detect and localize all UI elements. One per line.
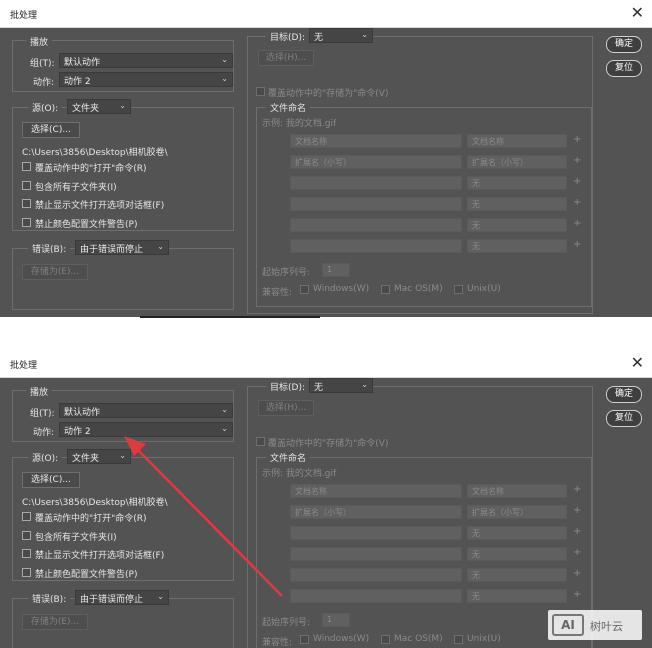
close-icon[interactable]: ✕ (631, 353, 644, 372)
plus-icon: + (573, 218, 582, 229)
dialog-title: 批处理 (10, 361, 38, 371)
set-label: 组(T): (30, 59, 55, 69)
suppress-color-warning-label: 禁止颜色配置文件警告(P) (35, 220, 138, 230)
plus-icon: + (573, 239, 582, 250)
errors-select-value: 由于错误而停止 (80, 245, 144, 255)
naming-field-5-right[interactable]: 无 (467, 218, 567, 232)
naming-field-4-left[interactable] (290, 197, 462, 211)
destination-choose-button[interactable]: 选择(H)... (258, 50, 314, 66)
chevron-down-icon: ⌄ (157, 242, 164, 251)
watermark-logo: AI (552, 614, 584, 636)
suppress-color-warning-checkbox[interactable] (22, 218, 31, 227)
suppress-open-dialog-label: 禁止显示文件打开选项对话框(F) (35, 201, 165, 211)
dialog-body: 播放 组(T): 默认动作 ⌄ 动作: 动作 2 ⌄ 源(O): 文件夹 ⌄ 选择(C… (0, 28, 652, 317)
destination-label: 目标(D): (266, 30, 309, 43)
plus-icon: + (573, 176, 582, 187)
compat-unix-checkbox[interactable] (454, 285, 463, 294)
chevron-down-icon: ⌄ (221, 74, 228, 83)
destination-select[interactable]: 无 ⌄ (309, 28, 373, 43)
serial-label: 起始序列号: (262, 268, 311, 278)
source-label: 源(O): (28, 101, 63, 114)
watermark: AI 树叶云 (548, 610, 642, 640)
set-select[interactable]: 默认动作 ⌄ (59, 53, 233, 68)
chevron-down-icon: ⌄ (119, 101, 126, 110)
naming-field-6-left[interactable] (290, 239, 462, 253)
source-choose-button[interactable]: 选择(C)... (22, 122, 80, 138)
save-as-button[interactable]: 存储为(E)... (22, 264, 88, 280)
naming-field-3-left[interactable] (290, 176, 462, 190)
destination-select-value: 无 (314, 33, 324, 43)
override-open-checkbox[interactable] (22, 162, 31, 171)
dialog-titlebar: 批处理 ✕ (0, 350, 652, 378)
dialog-title: 批处理 (10, 11, 38, 21)
compat-label: 兼容性: (262, 288, 293, 298)
screenshot-bottom: 批处理 ✕ 播放 组(T): 默认动作 ⌄ 动作: 动作 2 ⌄ 源(O): 文件夹… (0, 350, 652, 648)
naming-field-2-left[interactable]: 扩展名（小写） (290, 155, 462, 169)
file-naming-title: 文件命名 (266, 101, 311, 114)
naming-field-5-left[interactable] (290, 218, 462, 232)
watermark-text: 树叶云 (590, 620, 623, 633)
chevron-down-icon: ⌄ (361, 30, 368, 39)
plus-icon: + (573, 197, 582, 208)
dialog-titlebar: 批处理 ✕ (0, 0, 652, 28)
taskbar-fragment (140, 316, 320, 318)
suppress-open-dialog-checkbox[interactable] (22, 199, 31, 208)
annotation-arrow-head (124, 436, 146, 456)
naming-example: 示例: 我的文档.gif (262, 119, 337, 129)
naming-field-6-right[interactable]: 无 (467, 239, 567, 253)
chevron-down-icon: ⌄ (221, 55, 228, 64)
naming-field-2-right[interactable]: 扩展名（小写） (467, 155, 567, 169)
plus-icon: + (573, 134, 582, 145)
screenshot-separator (0, 317, 652, 350)
source-select-value: 文件夹 (72, 104, 100, 114)
source-select[interactable]: 文件夹 ⌄ (67, 99, 131, 114)
naming-field-4-right[interactable]: 无 (467, 197, 567, 211)
serial-input[interactable]: 1 (322, 263, 350, 277)
naming-field-1-right[interactable]: 文档名称 (467, 134, 567, 148)
action-select[interactable]: 动作 2 ⌄ (59, 72, 233, 87)
include-subfolders-label: 包含所有子文件夹(I) (35, 183, 117, 193)
errors-select[interactable]: 由于错误而停止 ⌄ (75, 240, 169, 255)
close-icon[interactable]: ✕ (631, 3, 644, 22)
plus-icon: + (573, 155, 582, 166)
source-path: C:\Users\3856\Desktop\相机胶卷\ (22, 148, 168, 158)
compat-mac-label: Mac OS(M) (394, 284, 443, 294)
naming-field-1-left[interactable]: 文档名称 (290, 134, 462, 148)
dialog-body: 播放 组(T): 默认动作 ⌄ 动作: 动作 2 ⌄ 源(O): 文件夹 ⌄ 选择(C… (0, 378, 652, 648)
reset-button[interactable]: 复位 (606, 60, 642, 77)
screenshot-top: 批处理 ✕ 播放 组(T): 默认动作 ⌄ 动作: 动作 2 ⌄ 源(O): 文件夹… (0, 0, 652, 317)
override-open-label: 覆盖动作中的"打开"命令(R) (35, 164, 147, 174)
include-subfolders-checkbox[interactable] (22, 181, 31, 190)
annotation-arrow-shaft (133, 445, 283, 597)
compat-unix-label: Unix(U) (467, 284, 501, 294)
compat-mac-checkbox[interactable] (381, 285, 390, 294)
annotation-arrow (124, 436, 283, 597)
override-save-as-label: 覆盖动作中的"存储为"命令(V) (268, 89, 389, 99)
set-select-value: 默认动作 (64, 58, 101, 68)
errors-label: 错误(B): (28, 242, 71, 255)
action-select-value: 动作 2 (64, 77, 91, 87)
ok-button[interactable]: 确定 (606, 36, 642, 53)
compat-windows-label: Windows(W) (313, 284, 370, 294)
override-save-as-checkbox[interactable] (256, 87, 265, 96)
action-label: 动作: (33, 78, 55, 88)
play-group-title: 播放 (26, 35, 53, 48)
naming-field-3-right[interactable]: 无 (467, 176, 567, 190)
compat-windows-checkbox[interactable] (300, 285, 309, 294)
